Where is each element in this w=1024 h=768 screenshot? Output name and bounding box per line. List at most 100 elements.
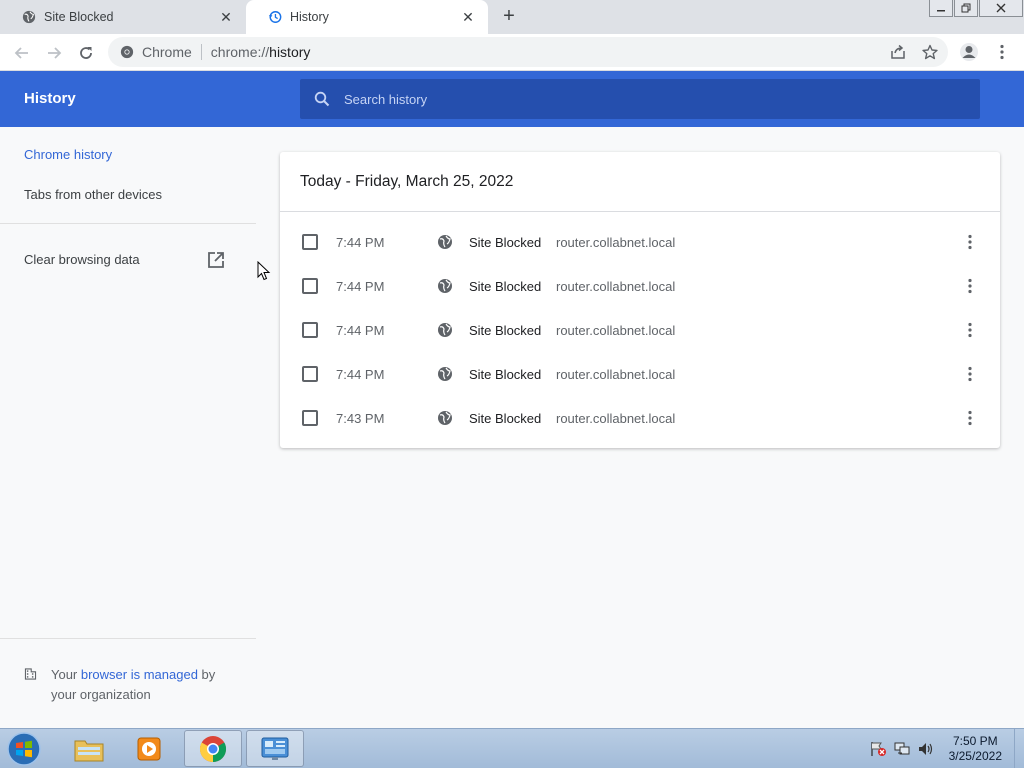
history-row: 7:43 PM Site Blocked router.collabnet.lo… [280, 396, 1000, 440]
globe-icon [438, 367, 452, 381]
folder-icon [74, 740, 104, 761]
scheme-chip: Chrome [142, 44, 192, 60]
restore-button[interactable] [954, 0, 978, 17]
bookmark-star-icon[interactable] [920, 42, 940, 62]
sidebar-divider [0, 638, 256, 639]
managed-link[interactable]: browser is managed [81, 667, 198, 682]
network-icon[interactable] [893, 741, 911, 757]
row-checkbox[interactable] [302, 366, 318, 382]
row-checkbox[interactable] [302, 410, 318, 426]
chrome-icon [120, 45, 134, 59]
globe-icon [438, 279, 452, 293]
taskbar-media-player[interactable] [120, 730, 178, 767]
history-row: 7:44 PM Site Blocked router.collabnet.lo… [280, 308, 1000, 352]
taskbar-chrome[interactable] [184, 730, 242, 767]
entry-domain: router.collabnet.local [556, 278, 676, 294]
entry-time: 7:44 PM [336, 234, 385, 250]
share-icon[interactable] [888, 42, 908, 62]
managed-notice: Your browser is managed by your organiza… [24, 665, 244, 705]
clock-date: 3/25/2022 [948, 749, 1002, 763]
open-external-icon[interactable] [207, 251, 225, 269]
entry-title-link[interactable]: Site Blocked [469, 279, 541, 294]
history-icon [268, 10, 282, 24]
new-tab-button[interactable]: + [497, 6, 521, 28]
sidebar: Chrome history Tabs from other devices C… [0, 127, 256, 728]
control-panel-icon [261, 737, 289, 760]
window-close-button[interactable] [979, 0, 1023, 17]
more-actions-icon[interactable] [960, 320, 980, 340]
reload-button[interactable] [73, 40, 99, 66]
more-actions-icon[interactable] [960, 276, 980, 296]
row-checkbox[interactable] [302, 278, 318, 294]
taskbar-control-panel[interactable] [246, 730, 304, 767]
flag-alert-icon[interactable] [869, 741, 887, 757]
entry-title-link[interactable]: Site Blocked [469, 411, 541, 426]
tab-site-blocked[interactable]: Site Blocked ✕ [0, 0, 246, 34]
history-row: 7:44 PM Site Blocked router.collabnet.lo… [280, 264, 1000, 308]
search-icon [314, 91, 330, 107]
divider [200, 44, 202, 60]
history-card: Today - Friday, March 25, 2022 7:44 PM S… [280, 152, 1000, 448]
back-button[interactable] [9, 40, 35, 66]
page-title: History [24, 90, 76, 107]
search-box[interactable] [300, 79, 980, 119]
history-header: History [0, 71, 1024, 127]
close-icon[interactable]: ✕ [460, 9, 476, 25]
row-checkbox[interactable] [302, 234, 318, 250]
reload-icon [80, 47, 92, 59]
tab-history[interactable]: History ✕ [246, 0, 488, 34]
clock-time: 7:50 PM [952, 734, 998, 748]
entry-domain: router.collabnet.local [556, 410, 676, 426]
managed-text: Your browser is managed by your organiza… [50, 667, 216, 702]
arrow-left-icon [14, 47, 28, 59]
chrome-icon [199, 735, 227, 762]
entry-time: 7:44 PM [336, 278, 385, 294]
entry-time: 7:43 PM [336, 410, 385, 426]
entry-time: 7:44 PM [336, 366, 385, 382]
more-actions-icon[interactable] [960, 232, 980, 252]
arrow-right-icon [48, 47, 62, 59]
sidebar-divider [0, 223, 256, 224]
address-bar[interactable]: Chrome chrome://history [108, 37, 948, 67]
entry-domain: router.collabnet.local [556, 366, 676, 382]
more-vertical-icon[interactable] [992, 42, 1012, 62]
history-row: 7:44 PM Site Blocked router.collabnet.lo… [280, 352, 1000, 396]
tab-title: Site Blocked [44, 10, 114, 24]
url-text: chrome://history [211, 44, 311, 60]
row-checkbox[interactable] [302, 322, 318, 338]
taskbar-explorer[interactable] [60, 730, 118, 767]
date-heading: Today - Friday, March 25, 2022 [280, 152, 1000, 212]
building-icon [24, 668, 37, 680]
media-player-icon [137, 737, 161, 760]
start-button[interactable] [6, 731, 46, 767]
more-actions-icon[interactable] [960, 408, 980, 428]
globe-icon [438, 235, 452, 249]
window-controls [928, 0, 1023, 18]
entry-domain: router.collabnet.local [556, 234, 676, 250]
tab-strip: Site Blocked ✕ History ✕ + [0, 0, 1024, 34]
history-row: 7:44 PM Site Blocked router.collabnet.lo… [280, 220, 1000, 264]
entry-title-link[interactable]: Site Blocked [469, 235, 541, 250]
url-prefix: chrome:// [210, 44, 270, 60]
profile-avatar-icon[interactable] [959, 42, 979, 62]
entry-domain: router.collabnet.local [556, 322, 676, 338]
minimize-button[interactable] [929, 0, 953, 17]
sidebar-item-clear-browsing-data[interactable]: Clear browsing data [24, 252, 140, 267]
clock[interactable]: 7:50 PM 3/25/2022 [949, 734, 1002, 764]
taskbar: 7:50 PM 3/25/2022 [0, 728, 1024, 768]
entry-title-link[interactable]: Site Blocked [469, 323, 541, 338]
browser-toolbar: Chrome chrome://history [0, 34, 1024, 71]
sidebar-item-other-devices[interactable]: Tabs from other devices [24, 187, 162, 202]
volume-icon[interactable] [917, 741, 935, 757]
sidebar-item-chrome-history[interactable]: Chrome history [24, 147, 112, 162]
search-input[interactable] [344, 91, 944, 107]
globe-icon [438, 323, 452, 337]
tab-title: History [290, 10, 329, 24]
more-actions-icon[interactable] [960, 364, 980, 384]
close-icon[interactable]: ✕ [218, 9, 234, 25]
entry-title-link[interactable]: Site Blocked [469, 367, 541, 382]
system-tray: 7:50 PM 3/25/2022 [869, 729, 1024, 768]
show-desktop-button[interactable] [1014, 729, 1024, 768]
globe-icon [438, 411, 452, 425]
forward-button[interactable] [41, 40, 67, 66]
